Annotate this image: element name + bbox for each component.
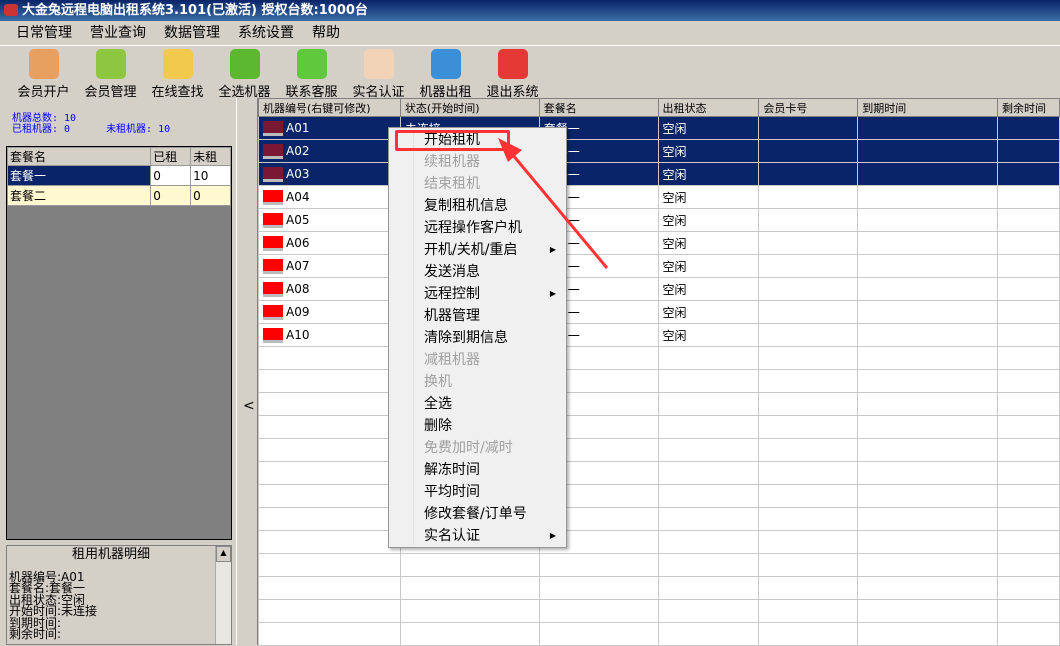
arrow-head — [498, 138, 522, 162]
arrow-line — [505, 147, 609, 269]
annotation-arrow — [498, 138, 609, 269]
